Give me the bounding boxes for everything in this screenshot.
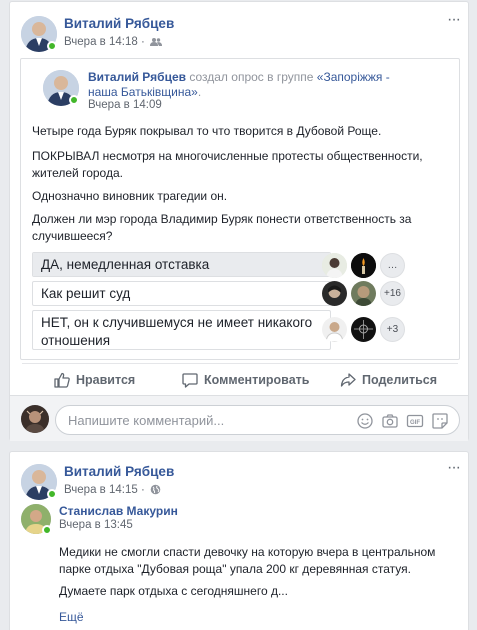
emoji-icon[interactable]: [356, 412, 374, 430]
like-button[interactable]: Нравится: [54, 370, 135, 390]
shared-poll-post: Виталий Рябцев создал опрос в группе «За…: [20, 58, 460, 360]
comment-icon: [182, 373, 198, 388]
voter-avatar[interactable]: [351, 253, 376, 278]
like-label: Нравится: [76, 373, 136, 387]
poll-option-label: Как решит суд: [41, 286, 131, 301]
online-status-dot: [47, 41, 57, 51]
post-author-name[interactable]: Виталий Рябцев: [64, 16, 174, 31]
poll-option[interactable]: ДА, немедленная отставка: [32, 252, 331, 277]
sticker-icon[interactable]: [431, 412, 449, 430]
online-status-dot: [47, 489, 57, 499]
post-paragraph: ПОКРЫВАЛ несмотря на многочисленные прот…: [32, 149, 423, 180]
comment-composer: Напишите комментарий... GIF: [10, 395, 468, 441]
voter-avatar[interactable]: [322, 253, 347, 278]
online-status-dot: [42, 525, 52, 535]
online-status-dot: [69, 95, 79, 105]
globe-icon[interactable]: [150, 484, 161, 498]
post-actions-bar: Нравится Комментировать Поделиться: [22, 363, 458, 394]
more-voters-badge[interactable]: +16: [380, 281, 405, 306]
share-icon: [340, 373, 356, 387]
shared-timestamp[interactable]: Вчера в 14:09: [88, 99, 162, 111]
comment-timestamp[interactable]: Вчера в 13:45: [59, 519, 133, 531]
voter-avatar[interactable]: [322, 317, 347, 342]
poll-option[interactable]: НЕТ, он к случившемуся не имеет никакого…: [32, 310, 331, 350]
post-paragraph: Четыре года Буряк покрывал то что творит…: [32, 124, 382, 138]
comment-author-name[interactable]: Станислав Макурин: [59, 504, 178, 518]
comment-placeholder: Напишите комментарий...: [68, 413, 225, 428]
post-author-name[interactable]: Виталий Рябцев: [64, 464, 174, 479]
more-voters-badge[interactable]: +3: [380, 317, 405, 342]
post-paragraph: Думаете парк отдыха с сегодняшнего д...: [59, 584, 288, 598]
friends-icon[interactable]: [149, 37, 162, 50]
like-icon: [54, 372, 70, 388]
gif-icon[interactable]: GIF: [406, 412, 424, 430]
see-more-link[interactable]: Ещё: [59, 610, 84, 624]
svg-text:GIF: GIF: [410, 420, 420, 426]
post-paragraph: Должен ли мэр города Владимир Буряк поне…: [32, 212, 412, 243]
post-paragraph: Однозначно виновник трагедии он.: [32, 189, 228, 203]
more-voters-badge[interactable]: …: [380, 253, 405, 278]
post-meta: Вчера в 14:15 ·: [64, 484, 161, 498]
poll-option-label: НЕТ, он к случившемуся не имеет никакого…: [41, 315, 313, 348]
post-timestamp[interactable]: Вчера в 14:18: [64, 36, 138, 48]
camera-icon[interactable]: [381, 412, 399, 430]
poll-option[interactable]: Как решит суд: [32, 281, 331, 306]
share-button[interactable]: Поделиться: [340, 370, 437, 390]
voter-avatar[interactable]: [322, 281, 347, 306]
comment-label: Комментировать: [204, 373, 310, 387]
current-user-avatar[interactable]: [21, 405, 49, 433]
comment-button[interactable]: Комментировать: [182, 370, 309, 390]
post-paragraph: Медики не смогли спасти девочку на котор…: [59, 545, 436, 576]
voter-avatar[interactable]: [351, 281, 376, 306]
shared-author-name[interactable]: Виталий Рябцев: [88, 70, 186, 84]
voter-avatar[interactable]: [351, 317, 376, 342]
poll-option-label: ДА, немедленная отставка: [41, 257, 210, 272]
more-options-icon[interactable]: ···: [447, 12, 461, 28]
share-label: Поделиться: [362, 373, 438, 387]
more-options-icon[interactable]: ···: [447, 460, 461, 476]
post-card: Виталий Рябцев Вчера в 14:18 · ··· Витал…: [9, 1, 469, 441]
comment-input[interactable]: Напишите комментарий... GIF: [55, 405, 460, 435]
post-meta: Вчера в 14:18 ·: [64, 36, 162, 50]
shared-action-text: создал опрос в группе: [189, 70, 314, 84]
post-timestamp[interactable]: Вчера в 14:15: [64, 484, 138, 496]
post-card: Виталий Рябцев Вчера в 14:15 · ··· Стани…: [9, 451, 469, 630]
shared-header: Виталий Рябцев создал опрос в группе «За…: [88, 70, 390, 99]
